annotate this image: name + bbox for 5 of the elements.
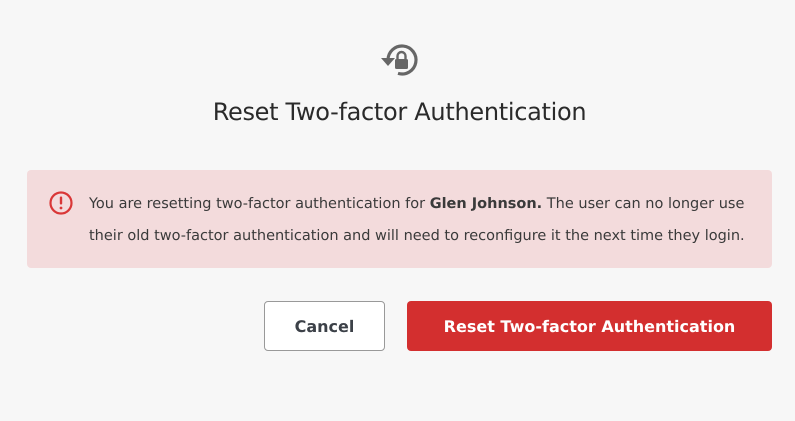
dialog-title: Reset Two-factor Authentication	[212, 98, 586, 126]
warning-icon	[49, 191, 73, 215]
cancel-button[interactable]: Cancel	[264, 301, 385, 351]
reset-button[interactable]: Reset Two-factor Authentication	[407, 301, 772, 351]
alert-message: You are resetting two-factor authentication for Glen Johnson. The user can no longer use their old two-factor authentication and will need to reconfigure it the next time they login.	[89, 195, 746, 246]
